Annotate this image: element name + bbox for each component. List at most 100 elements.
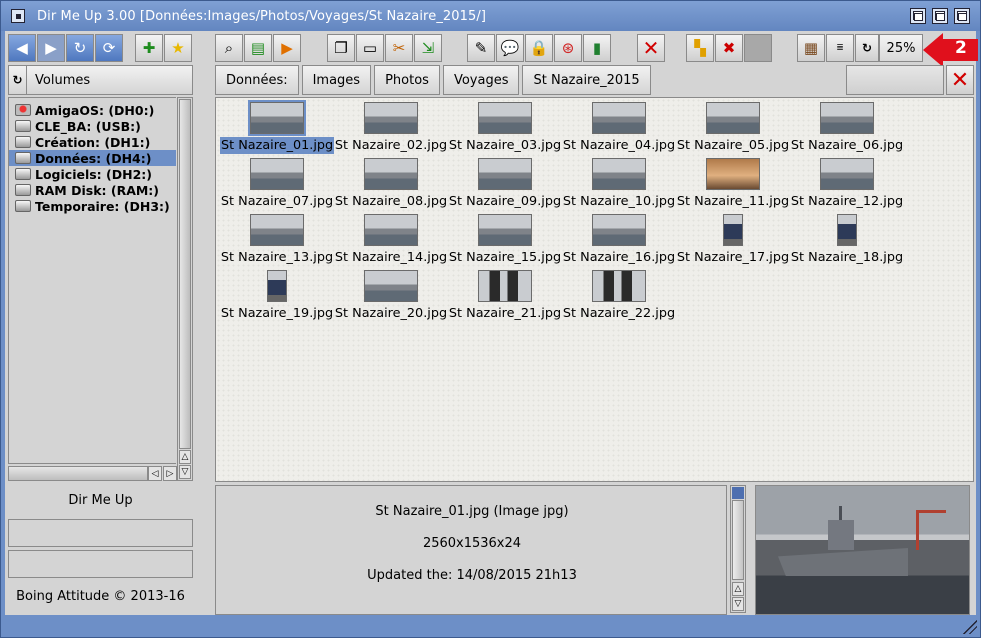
file-thumbnail[interactable] (820, 158, 874, 190)
file-thumbnail[interactable] (837, 214, 857, 246)
favorite-star-icon[interactable]: ★ (164, 34, 192, 62)
file-item[interactable]: St Nazaire_07.jpg (220, 156, 334, 212)
file-item[interactable]: St Nazaire_12.jpg (790, 156, 904, 212)
file-item[interactable]: St Nazaire_08.jpg (334, 156, 448, 212)
refresh-volumes-icon[interactable]: ↻ (9, 66, 27, 94)
file-name[interactable]: St Nazaire_18.jpg (790, 250, 904, 265)
file-name[interactable]: St Nazaire_21.jpg (448, 306, 562, 321)
file-name[interactable]: St Nazaire_03.jpg (448, 138, 562, 153)
scroll-down-icon[interactable]: ▽ (179, 465, 191, 479)
file-item[interactable]: St Nazaire_11.jpg (676, 156, 790, 212)
file-name[interactable]: St Nazaire_17.jpg (676, 250, 790, 265)
file-name[interactable]: St Nazaire_19.jpg (220, 306, 334, 321)
info-scrollbar[interactable]: △ ▽ (730, 485, 746, 613)
breadcrumb-item[interactable]: Données: (215, 65, 299, 95)
add-icon[interactable]: ✚ (135, 34, 163, 62)
file-thumbnail[interactable] (364, 214, 418, 246)
file-thumbnail[interactable] (592, 158, 646, 190)
lock-icon[interactable]: 🔒 (525, 34, 553, 62)
file-name[interactable]: St Nazaire_13.jpg (220, 250, 334, 265)
scroll-knob[interactable] (179, 99, 191, 449)
volume-item[interactable]: Création: (DH1:) (9, 134, 176, 150)
file-name[interactable]: St Nazaire_06.jpg (790, 138, 904, 153)
file-item[interactable]: St Nazaire_16.jpg (562, 212, 676, 268)
file-thumbnail[interactable] (250, 214, 304, 246)
comment-icon[interactable]: 💬 (496, 34, 524, 62)
play-icon[interactable]: ▶ (273, 34, 301, 62)
file-name[interactable]: St Nazaire_09.jpg (448, 194, 562, 209)
depth-icon[interactable] (954, 8, 970, 24)
blank-icon[interactable] (744, 34, 772, 62)
file-item[interactable]: St Nazaire_17.jpg (676, 212, 790, 268)
view-list-icon[interactable]: ≣ (826, 34, 854, 62)
book-icon[interactable]: ▮ (583, 34, 611, 62)
file-thumbnail[interactable] (820, 102, 874, 134)
scroll-knob[interactable] (732, 487, 744, 499)
file-name[interactable]: St Nazaire_04.jpg (562, 138, 676, 153)
scroll-up-icon[interactable]: △ (732, 582, 744, 596)
forward-arrow-icon[interactable]: ▶ (37, 34, 65, 62)
file-thumbnail[interactable] (478, 270, 532, 302)
file-item[interactable]: St Nazaire_02.jpg (334, 100, 448, 156)
sync-icon[interactable]: ⟳ (95, 34, 123, 62)
file-name[interactable]: St Nazaire_12.jpg (790, 194, 904, 209)
refresh-zoom-icon[interactable]: ↻ (855, 34, 879, 62)
file-thumbnail[interactable] (364, 102, 418, 134)
file-thumbnail[interactable] (592, 270, 646, 302)
cut-icon[interactable]: ✂ (385, 34, 413, 62)
scroll-down-icon[interactable]: ▽ (732, 597, 744, 611)
mute-icon[interactable]: ✖ (715, 34, 743, 62)
file-thumbnail[interactable] (706, 102, 760, 134)
file-item[interactable]: St Nazaire_15.jpg (448, 212, 562, 268)
file-name[interactable]: St Nazaire_01.jpg (220, 137, 335, 154)
file-name[interactable]: St Nazaire_11.jpg (676, 194, 790, 209)
file-item[interactable]: St Nazaire_22.jpg (562, 268, 676, 324)
open-with-icon[interactable]: ▚ (686, 34, 714, 62)
breadcrumb-item[interactable]: St Nazaire_2015 (522, 65, 651, 95)
zoom-level[interactable]: 25% (879, 34, 923, 62)
volume-item[interactable]: Temporaire: (DH3:) (9, 198, 176, 214)
file-name[interactable]: St Nazaire_02.jpg (334, 138, 448, 153)
volumes-vertical-scrollbar[interactable]: △ ▽ (177, 97, 193, 481)
file-name[interactable]: St Nazaire_15.jpg (448, 250, 562, 265)
breadcrumb-item[interactable]: Photos (374, 65, 440, 95)
back-arrow-icon[interactable]: ◀ (8, 34, 36, 62)
file-item[interactable]: St Nazaire_18.jpg (790, 212, 904, 268)
file-name[interactable]: St Nazaire_10.jpg (562, 194, 676, 209)
file-thumbnail[interactable] (478, 214, 532, 246)
file-item[interactable]: St Nazaire_05.jpg (676, 100, 790, 156)
file-thumbnail[interactable] (592, 214, 646, 246)
file-item[interactable]: St Nazaire_10.jpg (562, 156, 676, 212)
file-thumbnail[interactable] (250, 158, 304, 190)
file-name[interactable]: St Nazaire_07.jpg (220, 194, 334, 209)
volume-item[interactable]: AmigaOS: (DH0:) (9, 102, 176, 118)
view-thumbs-icon[interactable]: ▦ (797, 34, 825, 62)
file-thumbnail[interactable] (706, 158, 760, 190)
volumes-horizontal-scrollbar[interactable] (8, 466, 148, 481)
scroll-up-icon[interactable]: △ (179, 450, 191, 464)
iconify-icon[interactable] (910, 8, 926, 24)
zoom-window-icon[interactable] (932, 8, 948, 24)
help-icon[interactable]: ⊛ (554, 34, 582, 62)
breadcrumb-item[interactable]: Voyages (442, 65, 520, 95)
breadcrumb-item[interactable]: Images (301, 65, 372, 95)
window-close-icon[interactable] (11, 9, 25, 23)
search-icon[interactable]: ⌕ (215, 34, 243, 62)
copy-icon[interactable]: ❐ (327, 34, 355, 62)
volume-item[interactable]: RAM Disk: (RAM:) (9, 182, 176, 198)
file-thumbnail[interactable] (592, 102, 646, 134)
close-path-icon[interactable]: ✕ (946, 65, 974, 95)
file-thumbnail[interactable] (248, 100, 306, 136)
file-thumbnail[interactable] (723, 214, 743, 246)
volume-item[interactable]: Logiciels: (DH2:) (9, 166, 176, 182)
file-name[interactable]: St Nazaire_16.jpg (562, 250, 676, 265)
file-thumbnail[interactable] (478, 158, 532, 190)
file-item[interactable]: St Nazaire_14.jpg (334, 212, 448, 268)
file-item[interactable]: St Nazaire_06.jpg (790, 100, 904, 156)
file-item[interactable]: St Nazaire_03.jpg (448, 100, 562, 156)
file-name[interactable]: St Nazaire_08.jpg (334, 194, 448, 209)
resize-grip-icon[interactable] (963, 620, 977, 634)
file-item[interactable]: St Nazaire_19.jpg (220, 268, 334, 324)
file-name[interactable]: St Nazaire_14.jpg (334, 250, 448, 265)
file-name[interactable]: St Nazaire_20.jpg (334, 306, 448, 321)
